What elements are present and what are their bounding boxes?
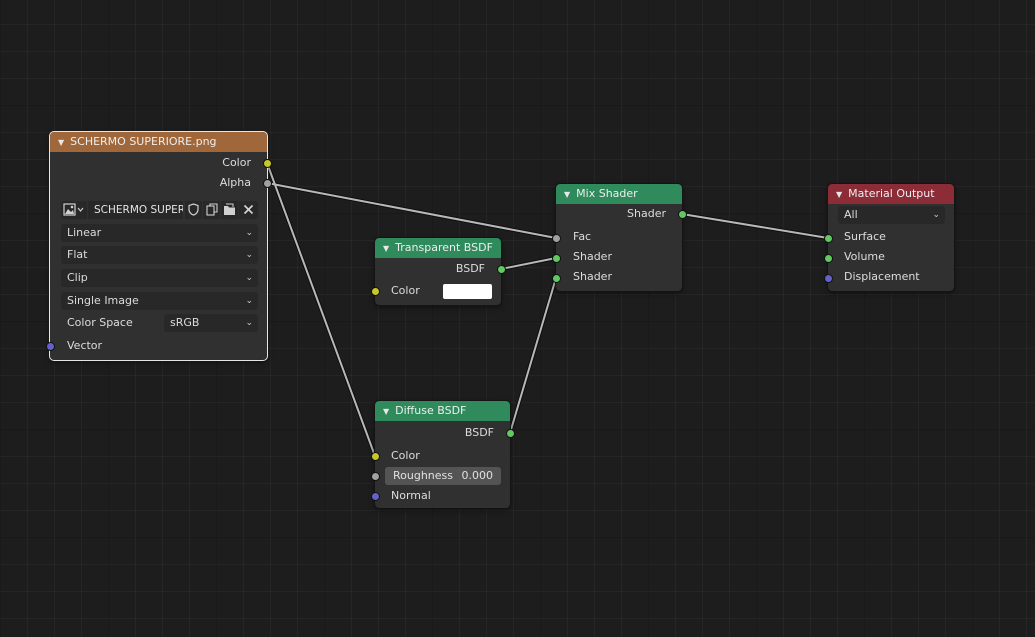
- chevron-down-icon: ⌄: [245, 273, 253, 283]
- new-image-button[interactable]: [203, 201, 220, 219]
- color-space-value: sRGB: [170, 316, 200, 329]
- input-volume-socket[interactable]: [824, 254, 833, 263]
- projection-value: Flat: [67, 248, 88, 261]
- image-browse-button[interactable]: [61, 201, 87, 219]
- link-diffuse-to-shader2: [509, 277, 557, 434]
- source-dropdown[interactable]: Single Image ⌄: [61, 292, 258, 310]
- material-output-header[interactable]: ▼ Material Output: [828, 184, 954, 204]
- collapse-triangle-icon[interactable]: ▼: [58, 138, 64, 147]
- target-value: All: [844, 208, 858, 221]
- input-volume-label: Volume: [844, 250, 885, 263]
- source-value: Single Image: [67, 294, 139, 307]
- image-texture-header[interactable]: ▼ SCHERMO SUPERIORE.png: [50, 132, 267, 152]
- output-color-socket[interactable]: [263, 159, 272, 168]
- fake-user-button[interactable]: [185, 201, 202, 219]
- input-color-socket[interactable]: [371, 452, 380, 461]
- extension-dropdown[interactable]: Clip ⌄: [61, 269, 258, 287]
- extension-value: Clip: [67, 271, 88, 284]
- output-color-label: Color: [222, 156, 251, 169]
- output-shader-label: Shader: [627, 207, 666, 220]
- shield-icon: [188, 203, 199, 216]
- unlink-image-button[interactable]: [239, 201, 258, 219]
- color-space-dropdown[interactable]: sRGB ⌄: [164, 314, 258, 332]
- input-normal-socket[interactable]: [371, 492, 380, 501]
- close-icon: [243, 204, 254, 215]
- transparent-bsdf-header[interactable]: ▼ Transparent BSDF: [375, 238, 501, 258]
- input-vector-label: Vector: [67, 339, 103, 352]
- collapse-triangle-icon[interactable]: ▼: [564, 190, 570, 199]
- input-normal-label: Normal: [391, 489, 431, 502]
- input-vector-socket[interactable]: [46, 342, 55, 351]
- chevron-down-icon: ⌄: [245, 296, 253, 306]
- node-title: Transparent BSDF: [395, 241, 493, 254]
- duplicate-icon: [205, 203, 218, 216]
- interpolation-value: Linear: [67, 226, 102, 239]
- output-bsdf-label: BSDF: [455, 262, 485, 275]
- chevron-down-icon: ⌄: [245, 250, 253, 260]
- transparent-bsdf-node[interactable]: ▼ Transparent BSDF BSDF Color: [371, 237, 506, 306]
- input-shader2-socket[interactable]: [552, 274, 561, 283]
- roughness-value: 0.000: [461, 469, 494, 482]
- input-shader2-label: Shader: [573, 270, 612, 283]
- target-dropdown[interactable]: All ⌄: [838, 206, 945, 224]
- input-displacement-socket[interactable]: [824, 274, 833, 283]
- output-bsdf-label: BSDF: [464, 426, 494, 439]
- input-displacement-label: Displacement: [844, 270, 920, 283]
- node-title: Material Output: [848, 187, 935, 200]
- node-title: Diffuse BSDF: [395, 404, 467, 417]
- link-mix-to-surface: [681, 213, 829, 239]
- chevron-down-icon: ⌄: [932, 210, 940, 220]
- diffuse-bsdf-node[interactable]: ▼ Diffuse BSDF BSDF Color Roughness 0.000 …: [371, 400, 515, 509]
- output-bsdf-socket[interactable]: [497, 265, 506, 274]
- roughness-field[interactable]: Roughness 0.000: [385, 467, 501, 485]
- interpolation-dropdown[interactable]: Linear ⌄: [61, 224, 258, 242]
- color-swatch[interactable]: [443, 284, 492, 299]
- chevron-down-icon: ⌄: [245, 318, 253, 328]
- input-surface-label: Surface: [844, 230, 886, 243]
- output-alpha-label: Alpha: [219, 176, 251, 189]
- image-datablock-selector: SCHERMO SUPER..: [61, 201, 258, 221]
- output-alpha-socket[interactable]: [263, 179, 272, 188]
- input-color-socket[interactable]: [371, 287, 380, 296]
- output-shader-socket[interactable]: [678, 210, 687, 219]
- image-name-field[interactable]: SCHERMO SUPER..: [88, 201, 183, 219]
- color-space-label: Color Space: [67, 316, 133, 329]
- mix-shader-header[interactable]: ▼ Mix Shader: [556, 184, 682, 204]
- open-image-button[interactable]: [221, 201, 238, 219]
- folder-icon: [224, 203, 235, 215]
- link-transparent-to-shader1: [500, 257, 557, 270]
- image-texture-node[interactable]: ▼ SCHERMO SUPERIORE.png Color Alpha SCHER…: [46, 131, 272, 361]
- output-bsdf-socket[interactable]: [506, 429, 515, 438]
- input-fac-socket[interactable]: [552, 234, 561, 243]
- node-title: SCHERMO SUPERIORE.png: [70, 135, 217, 148]
- input-shader1-socket[interactable]: [552, 254, 561, 263]
- mix-shader-node[interactable]: ▼ Mix Shader Shader Fac Shader Shader: [552, 183, 687, 292]
- node-title: Mix Shader: [576, 187, 638, 200]
- diffuse-bsdf-header[interactable]: ▼ Diffuse BSDF: [375, 401, 510, 421]
- collapse-triangle-icon[interactable]: ▼: [836, 190, 842, 199]
- image-icon: [63, 203, 84, 216]
- projection-dropdown[interactable]: Flat ⌄: [61, 246, 258, 264]
- collapse-triangle-icon[interactable]: ▼: [383, 407, 389, 416]
- input-roughness-socket[interactable]: [371, 472, 380, 481]
- input-shader1-label: Shader: [573, 250, 612, 263]
- link-color-to-diffuse-color: [266, 162, 376, 457]
- input-fac-label: Fac: [573, 230, 592, 243]
- chevron-down-icon: ⌄: [245, 228, 253, 238]
- input-color-label: Color: [391, 284, 420, 297]
- material-output-node[interactable]: ▼ Material Output All ⌄ Surface Volume Dis…: [824, 183, 955, 292]
- collapse-triangle-icon[interactable]: ▼: [383, 244, 389, 253]
- input-color-label: Color: [391, 449, 420, 462]
- roughness-label: Roughness: [393, 469, 454, 482]
- link-alpha-to-fac: [266, 182, 557, 239]
- input-surface-socket[interactable]: [824, 234, 833, 243]
